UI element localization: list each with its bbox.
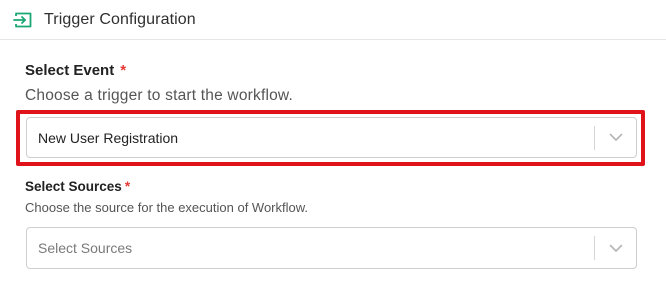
page-title: Trigger Configuration — [44, 10, 196, 28]
select-sources-dropdown[interactable]: Select Sources — [26, 227, 637, 269]
select-event-description: Choose a trigger to start the workflow. — [25, 87, 293, 104]
select-event-dropdown[interactable]: New User Registration — [26, 117, 637, 158]
required-marker: * — [120, 62, 127, 79]
select-event-value: New User Registration — [38, 129, 179, 146]
chevron-down-icon[interactable] — [595, 228, 636, 268]
trigger-config-header: Trigger Configuration — [0, 0, 666, 40]
select-sources-placeholder: Select Sources — [38, 240, 133, 256]
enter-arrow-icon — [12, 10, 34, 30]
select-sources-label: Select Sources * — [25, 179, 131, 194]
select-sources-description: Choose the source for the execution of W… — [25, 200, 309, 215]
required-marker: * — [124, 179, 131, 194]
select-event-label: Select Event * — [25, 62, 127, 79]
chevron-down-icon[interactable] — [595, 118, 636, 157]
